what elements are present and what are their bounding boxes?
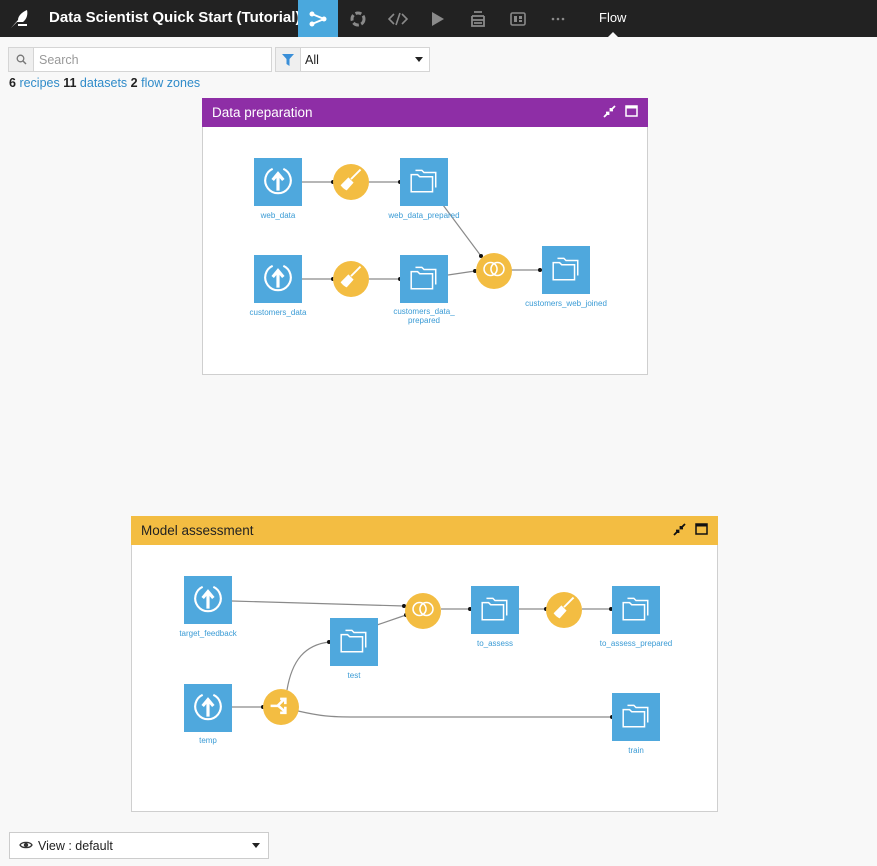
split-icon: [268, 692, 294, 723]
upload-icon: [192, 582, 224, 619]
folder-icon: [620, 592, 652, 629]
node-label[interactable]: target_feedback: [153, 629, 263, 639]
dataset-customers-data[interactable]: [254, 255, 302, 303]
dataset-train[interactable]: [612, 693, 660, 741]
dashboard-icon: [510, 11, 526, 26]
run-icon: [431, 11, 445, 27]
datasets-nav-button[interactable]: [458, 0, 498, 37]
node-label[interactable]: train: [581, 746, 691, 756]
node-label[interactable]: web_data: [223, 211, 333, 221]
join-icon: [481, 256, 507, 287]
dataset-to-assess-prepared[interactable]: [612, 586, 660, 634]
chevron-down-icon: [415, 57, 423, 62]
dataset-test[interactable]: [330, 618, 378, 666]
recipe-join[interactable]: [405, 593, 441, 629]
recipes-count: 6: [9, 76, 16, 90]
dataset-web-data[interactable]: [254, 158, 302, 206]
node-label[interactable]: temp: [153, 736, 263, 746]
ml-icon: [350, 11, 366, 27]
current-section-indicator: [608, 32, 618, 37]
datasets-link[interactable]: datasets: [80, 76, 127, 90]
dataset-to-assess[interactable]: [471, 586, 519, 634]
broom-icon: [551, 595, 577, 626]
code-icon: [388, 12, 408, 26]
node-label[interactable]: customers_web_joined: [511, 299, 621, 309]
run-nav-button[interactable]: [418, 0, 458, 37]
zone-title: Data preparation: [212, 105, 313, 120]
view-label: View : default: [38, 838, 113, 853]
view-dropdown[interactable]: View : default: [9, 832, 269, 859]
broom-icon: [338, 167, 364, 198]
filter-icon[interactable]: [276, 48, 301, 71]
flow-zone-data-preparation[interactable]: Data preparation: [202, 98, 648, 375]
code-nav-button[interactable]: [378, 0, 418, 37]
node-label[interactable]: prepared: [369, 316, 479, 326]
datasets-count: 11: [63, 76, 77, 90]
folder-icon: [550, 252, 582, 289]
datasets-icon: [470, 10, 486, 27]
dataiku-logo-icon[interactable]: [8, 6, 32, 30]
project-title[interactable]: Data Scientist Quick Start (Tutorial): [49, 0, 300, 37]
flow-nav-button[interactable]: [298, 0, 338, 37]
filter-box: All: [275, 47, 430, 72]
flow-summary: 6 recipes 11 datasets 2 flow zones: [9, 76, 200, 90]
folder-icon: [408, 261, 440, 298]
filter-dropdown[interactable]: All: [301, 48, 429, 71]
flow-icon: [309, 11, 327, 27]
maximize-icon[interactable]: [625, 105, 638, 121]
more-nav-button[interactable]: [538, 0, 578, 37]
node-label[interactable]: test: [299, 671, 409, 681]
broom-icon: [338, 264, 364, 295]
search-box: [8, 47, 272, 72]
top-navbar: Data Scientist Quick Start (Tutorial) Fl…: [0, 0, 877, 37]
recipe-split[interactable]: [263, 689, 299, 725]
flow-zones-link[interactable]: flow zones: [141, 76, 200, 90]
recipes-link[interactable]: recipes: [19, 76, 59, 90]
lab-nav-button[interactable]: [338, 0, 378, 37]
recipe-prepare[interactable]: [546, 592, 582, 628]
eye-icon: [19, 839, 33, 853]
upload-icon: [262, 164, 294, 201]
zone-title: Model assessment: [141, 523, 254, 538]
node-label[interactable]: customers_data: [223, 308, 333, 318]
more-icon: [551, 17, 565, 21]
maximize-icon[interactable]: [695, 523, 708, 539]
dashboard-nav-button[interactable]: [498, 0, 538, 37]
collapse-icon[interactable]: [673, 523, 686, 539]
recipe-join[interactable]: [476, 253, 512, 289]
recipe-prepare[interactable]: [333, 261, 369, 297]
zone-header[interactable]: Data preparation: [202, 98, 648, 127]
zones-count: 2: [130, 76, 138, 90]
chevron-down-icon: [252, 843, 260, 848]
upload-icon: [192, 690, 224, 727]
folder-icon: [479, 592, 511, 629]
dataset-web-data-prepared[interactable]: [400, 158, 448, 206]
node-label[interactable]: to_assess: [440, 639, 550, 649]
folder-icon: [338, 624, 370, 661]
dataset-customers-web-joined[interactable]: [542, 246, 590, 294]
flow-zone-model-assessment[interactable]: Model assessment: [131, 516, 718, 812]
collapse-icon[interactable]: [603, 105, 616, 121]
join-icon: [410, 596, 436, 627]
search-input[interactable]: [34, 48, 271, 71]
dataset-temp[interactable]: [184, 684, 232, 732]
upload-icon: [262, 261, 294, 298]
dataset-customers-data-prepared[interactable]: [400, 255, 448, 303]
folder-icon: [620, 699, 652, 736]
zone-header[interactable]: Model assessment: [131, 516, 718, 545]
search-icon: [9, 48, 34, 71]
recipe-prepare[interactable]: [333, 164, 369, 200]
dataset-target-feedback[interactable]: [184, 576, 232, 624]
node-label[interactable]: to_assess_prepared: [581, 639, 691, 649]
folder-icon: [408, 164, 440, 201]
node-label[interactable]: web_data_prepared: [369, 211, 479, 221]
filter-value: All: [305, 52, 319, 67]
